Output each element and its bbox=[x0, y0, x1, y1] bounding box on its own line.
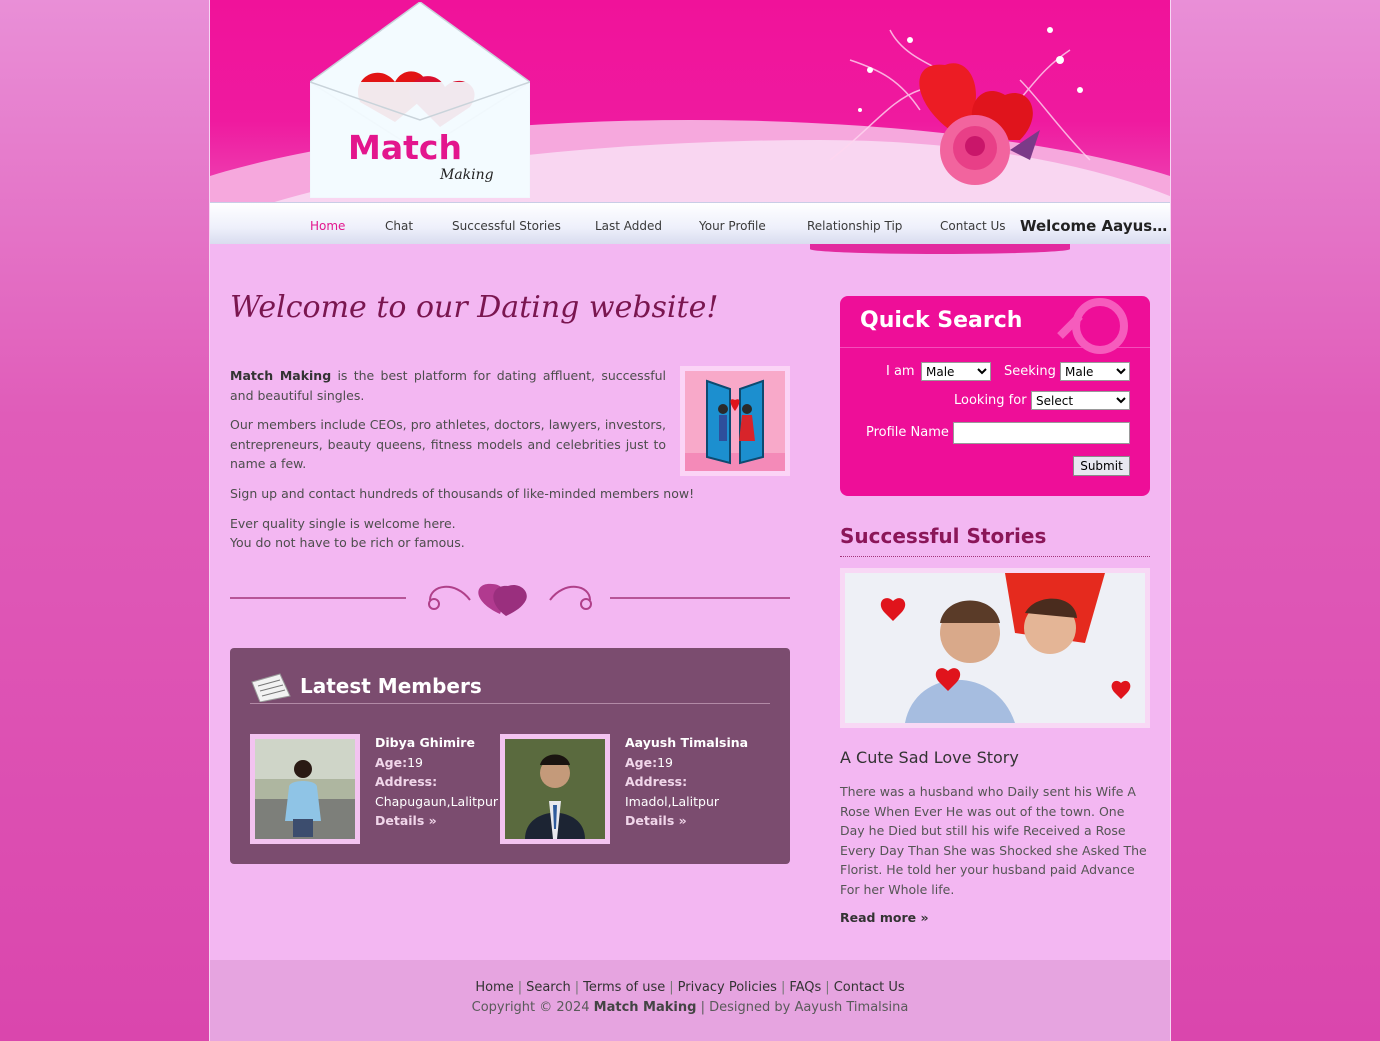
submit-button[interactable]: Submit bbox=[1073, 456, 1130, 476]
page-title: Welcome to our Dating website! bbox=[230, 290, 719, 325]
nav-successful-stories[interactable]: Successful Stories bbox=[452, 219, 561, 233]
i-am-label: I am bbox=[886, 364, 915, 379]
story-image bbox=[840, 568, 1150, 728]
quick-search-panel: Quick Search I am Male Seeking Male Look… bbox=[840, 296, 1150, 496]
intro-paragraph-2: Our members include CEOs, pro athletes, … bbox=[230, 417, 666, 471]
nav-relationship-tip[interactable]: Relationship Tip bbox=[807, 219, 902, 233]
member-details-link[interactable]: Details » bbox=[375, 811, 498, 831]
copyright: Copyright © 2024 Match Making | Designed… bbox=[471, 1000, 909, 1015]
age-value: 19 bbox=[657, 754, 674, 770]
nav-last-added[interactable]: Last Added bbox=[595, 219, 662, 233]
member-name: Aayush Timalsina bbox=[625, 735, 749, 750]
member-age: Age:19 bbox=[625, 753, 748, 773]
logo-subtitle: Making bbox=[440, 167, 494, 183]
footer-link-faqs[interactable]: FAQs bbox=[789, 980, 821, 995]
i-am-select[interactable]: Male bbox=[921, 362, 991, 381]
looking-for-label: Looking for bbox=[954, 393, 1027, 408]
page-wrapper: Match Making Home Chat Successful Storie… bbox=[209, 0, 1171, 1041]
footer: Home | Search | Terms of use | Privacy Policie… bbox=[210, 960, 1170, 1041]
profile-name-input[interactable] bbox=[953, 422, 1130, 444]
couple-photo-art bbox=[845, 573, 1145, 723]
logo-title: Match bbox=[348, 128, 462, 167]
quick-search-header: Quick Search bbox=[840, 296, 1150, 354]
address-label: Address: bbox=[625, 774, 688, 789]
footer-link-search[interactable]: Search bbox=[526, 980, 571, 995]
divider bbox=[250, 703, 770, 704]
seeking-label: Seeking bbox=[1004, 364, 1056, 379]
member-address: Chapugaun,Lalitpur bbox=[375, 793, 499, 809]
member-photo[interactable] bbox=[500, 734, 610, 844]
divider bbox=[840, 556, 1150, 557]
member-address: Imadol,Lalitpur bbox=[625, 793, 720, 809]
footer-link-privacy[interactable]: Privacy Policies bbox=[678, 980, 777, 995]
looking-for-select[interactable]: Select bbox=[1031, 391, 1130, 410]
member-details-link[interactable]: Details » bbox=[625, 811, 748, 831]
member-photo-art bbox=[505, 739, 605, 839]
age-label: Age: bbox=[375, 754, 408, 770]
footer-link-contact[interactable]: Contact Us bbox=[834, 980, 905, 995]
nav-your-profile[interactable]: Your Profile bbox=[699, 219, 766, 233]
seeking-select[interactable]: Male bbox=[1060, 362, 1130, 381]
read-more-link[interactable]: Read more » bbox=[840, 910, 929, 925]
couple-image bbox=[680, 366, 790, 476]
hearts-divider bbox=[230, 583, 790, 616]
copyright-prefix: Copyright © 2024 bbox=[471, 1000, 590, 1015]
hearts-flower-art bbox=[829, 27, 1091, 185]
envelope-icon bbox=[310, 2, 530, 198]
main-nav: Home Chat Successful Stories Last Added … bbox=[210, 202, 1170, 244]
intro-text-wide: Sign up and contact hundreds of thousand… bbox=[230, 484, 790, 563]
address-label: Address: bbox=[375, 774, 438, 789]
member-photo-art bbox=[255, 739, 355, 839]
nav-contact-us[interactable]: Contact Us bbox=[940, 219, 1006, 233]
logo[interactable]: Match Making bbox=[310, 2, 530, 198]
story-title[interactable]: A Cute Sad Love Story bbox=[840, 748, 1019, 767]
age-value: 19 bbox=[407, 754, 424, 770]
member-photo[interactable] bbox=[250, 734, 360, 844]
footer-link-terms[interactable]: Terms of use bbox=[583, 980, 665, 995]
intro-p4-line1: Ever quality single is welcome here. bbox=[230, 515, 456, 531]
intro-paragraph-3: Sign up and contact hundreds of thousand… bbox=[230, 486, 695, 501]
story-text: There was a husband who Daily sent his W… bbox=[840, 784, 1147, 897]
intro-p4-line2: You do not have to be rich or famous. bbox=[230, 535, 465, 550]
age-label: Age: bbox=[625, 754, 658, 770]
couple-door-icon bbox=[685, 371, 785, 471]
member-avatar bbox=[505, 739, 605, 839]
footer-link-home[interactable]: Home bbox=[475, 980, 513, 995]
stories-title: Successful Stories bbox=[840, 524, 1047, 548]
header-banner: Match Making bbox=[210, 0, 1170, 202]
member-info: Aayush Timalsina Age:19 Address: Imadol,… bbox=[625, 733, 748, 831]
footer-links: Home | Search | Terms of use | Privacy Policie… bbox=[475, 980, 905, 995]
intro-text: Match Making is the best platform for da… bbox=[230, 366, 666, 484]
welcome-user: Welcome Aayush Timalsina bbox=[1020, 217, 1170, 235]
nav-home[interactable]: Home bbox=[310, 219, 345, 233]
latest-members-title: Latest Members bbox=[300, 674, 482, 698]
copyright-brand: Match Making bbox=[593, 1000, 697, 1015]
quick-search-title: Quick Search bbox=[860, 308, 1023, 333]
nav-chat[interactable]: Chat bbox=[385, 219, 413, 233]
designed-by: Designed by Aayush Timalsina bbox=[709, 1000, 909, 1015]
latest-members-panel: Latest Members Dibya Ghimire Age:19 Addr… bbox=[230, 648, 790, 864]
member-info: Dibya Ghimire Age:19 Address: Chapugaun,… bbox=[375, 733, 498, 831]
intro-paragraph-1: Match Making is the best platform for da… bbox=[230, 366, 666, 405]
profile-name-label: Profile Name bbox=[866, 425, 949, 440]
member-age: Age:19 bbox=[375, 753, 498, 773]
intro-paragraph-4: Ever quality single is welcome here. You … bbox=[230, 514, 790, 553]
member-avatar bbox=[255, 739, 355, 839]
member-name: Dibya Ghimire bbox=[375, 735, 475, 750]
nav-accent bbox=[810, 244, 1070, 254]
newspaper-icon bbox=[251, 673, 291, 702]
intro-brand: Match Making bbox=[230, 368, 332, 383]
